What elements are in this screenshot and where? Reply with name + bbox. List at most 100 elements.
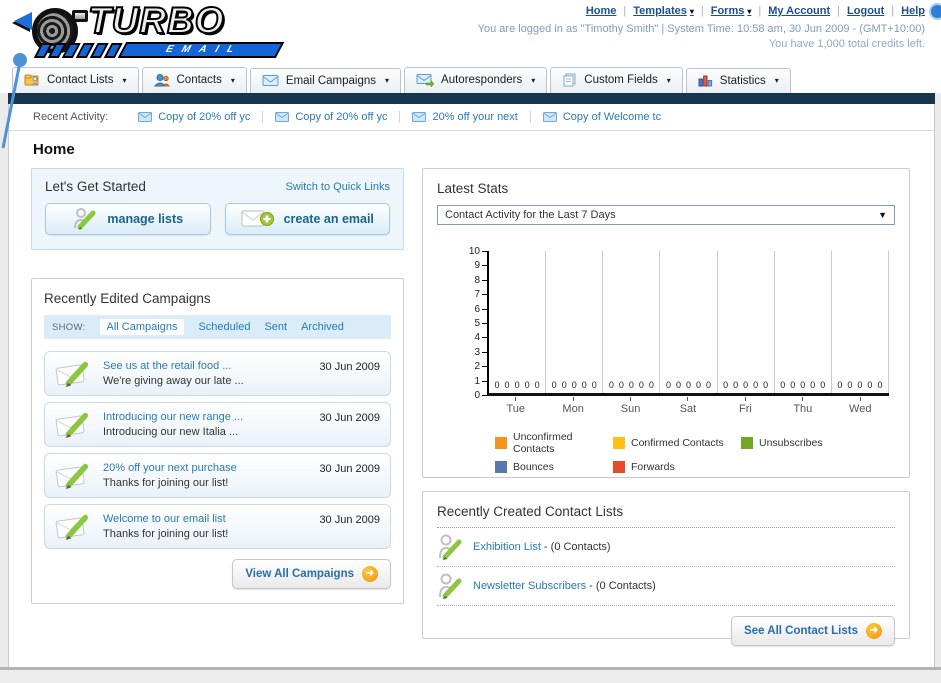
recent-activity-item[interactable]: 20% off your next [400, 111, 531, 123]
tab-contact-lists[interactable]: Contact Lists ▾ [12, 67, 139, 93]
tab-contacts[interactable]: Contacts ▾ [141, 67, 247, 93]
latest-stats-title: Latest Stats [437, 181, 509, 196]
nav-link-help[interactable]: Help [901, 5, 925, 17]
see-all-contact-lists-label: See All Contact Lists [744, 625, 858, 637]
zero-value-labels: 00000 [608, 380, 654, 390]
nav-link-templates-label: Templates [633, 5, 687, 17]
x-axis-label: Wed [832, 397, 889, 415]
nav-link-forms[interactable]: Forms ▾ [711, 5, 752, 17]
legend-item: Confirmed Contacts [613, 431, 741, 455]
zero-value-labels: 00000 [551, 380, 597, 390]
create-email-button[interactable]: create an email [224, 203, 390, 235]
logo-word-email: EMAIL [117, 42, 285, 58]
contact-list-link[interactable]: Exhibition List [473, 541, 541, 553]
x-axis-label: Tue [487, 397, 544, 415]
switch-quick-links[interactable]: Switch to Quick Links [285, 181, 390, 193]
nav-link-home[interactable]: Home [586, 5, 617, 17]
legend-swatch [613, 461, 625, 473]
recent-activity-label: Recent Activity: [33, 111, 109, 123]
campaign-date: 30 Jun 2009 [319, 361, 380, 373]
y-axis-tick: 7 [474, 289, 487, 300]
get-started-title: Let's Get Started [45, 179, 146, 194]
filter-scheduled[interactable]: Scheduled [198, 321, 250, 333]
envelope-plus-icon [241, 210, 274, 227]
recently-created-contact-lists-panel: Recently Created Contact Lists Exhibitio… [422, 491, 910, 646]
zero-value-labels: 00000 [780, 380, 826, 390]
person-pencil-icon [439, 534, 462, 560]
contact-activity-chart: 10 9 8 7 6 5 4 3 2 1 0 000000000000000000000000000… [437, 246, 895, 415]
filter-sent[interactable]: Sent [264, 321, 287, 333]
y-axis-tick: 4 [474, 332, 487, 343]
get-started-panel: Let's Get Started Switch to Quick Links … [31, 168, 404, 250]
chevron-down-icon: ▾ [689, 6, 694, 16]
people-icon [153, 74, 170, 87]
page-footer [0, 667, 941, 683]
contact-list-link[interactable]: Newsletter Subscribers [473, 580, 586, 592]
filter-archived[interactable]: Archived [301, 321, 344, 333]
recent-activity-item[interactable]: Copy of 20% off yc [263, 111, 401, 123]
y-axis-tick: 2 [474, 361, 487, 372]
recent-activity-item[interactable]: Copy of 20% off yc [126, 111, 264, 123]
view-all-campaigns-button[interactable]: View All Campaigns ➜ [232, 559, 391, 589]
chart-y-axis: 10 9 8 7 6 5 4 3 2 1 0 [465, 246, 487, 401]
contact-list-row: Exhibition List - (0 Contacts) [437, 528, 895, 567]
turbo-email-logo[interactable]: TURBO EMAIL [10, 0, 285, 60]
manage-lists-label: manage lists [107, 212, 184, 226]
nav-separator: | [623, 5, 627, 17]
campaign-title-link[interactable]: Welcome to our email list [103, 512, 228, 527]
recently-edited-campaigns-panel: Recently Edited Campaigns SHOW: All Camp… [31, 278, 404, 604]
campaign-subtitle: Thanks for joining our list! [103, 476, 229, 489]
campaign-title-link[interactable]: Introducing our new range ... [103, 410, 243, 425]
chart-legend: Unconfirmed Contacts Confirmed Contacts Un… [495, 431, 895, 473]
x-axis-label: Fri [717, 397, 774, 415]
y-axis-tick: 1 [474, 376, 487, 387]
recent-activity-bar: Recent Activity: Copy of 20% off yc Copy… [9, 104, 934, 131]
y-axis-tick: 8 [474, 275, 487, 286]
chevron-down-icon: ▾ [747, 6, 752, 16]
tab-label: Autoresponders [441, 74, 523, 86]
campaign-date: 30 Jun 2009 [319, 463, 380, 475]
legend-swatch [613, 437, 625, 449]
envelope-icon [542, 112, 557, 122]
chevron-down-icon: ▾ [666, 75, 671, 85]
person-pencil-icon [74, 208, 96, 230]
latest-stats-panel: Latest Stats Contact Activity for the La… [422, 168, 910, 478]
tab-email-campaigns[interactable]: Email Campaigns ▾ [249, 68, 402, 93]
stats-range-select[interactable]: Contact Activity for the Last 7 Days ▼ [437, 205, 895, 225]
legend-item: Forwards [613, 461, 741, 473]
tab-label: Contacts [176, 74, 222, 86]
folder-user-icon [24, 74, 39, 86]
zero-value-labels: 00000 [494, 380, 540, 390]
legend-swatch [741, 437, 753, 449]
manage-lists-button[interactable]: manage lists [45, 203, 211, 235]
logo-bottom-bar: EMAIL [34, 42, 285, 58]
tab-statistics[interactable]: Statistics ▾ [685, 68, 791, 93]
nav-link-templates[interactable]: Templates ▾ [633, 5, 694, 17]
recent-activity-text: Copy of 20% off yc [158, 111, 251, 123]
nav-link-forms-label: Forms [710, 5, 745, 17]
see-all-contact-lists-button[interactable]: See All Contact Lists ➜ [731, 616, 895, 646]
campaign-row: 20% off your next purchase Thanks for jo… [44, 453, 391, 498]
nav-separator: | [700, 5, 704, 17]
campaign-title-link[interactable]: See us at the retail food ... [103, 359, 244, 374]
pages-icon [563, 73, 576, 87]
legend-label: Bounces [513, 461, 554, 473]
legend-item: Unconfirmed Contacts [495, 431, 613, 455]
recent-activity-item[interactable]: Copy of Welcome tc [531, 111, 673, 123]
nav-link-my-account[interactable]: My Account [768, 5, 830, 17]
y-axis-tick: 9 [474, 260, 487, 271]
campaign-row: Welcome to our email list Thanks for joi… [44, 504, 391, 549]
chart-day-column: 00000 [489, 251, 547, 393]
campaigns-panel-title: Recently Edited Campaigns [44, 291, 211, 306]
campaign-list: See us at the retail food ... We're givi… [44, 351, 391, 549]
filter-all-campaigns[interactable]: All Campaigns [99, 319, 185, 335]
tab-autoresponders[interactable]: Autoresponders ▾ [404, 67, 548, 93]
campaign-row: See us at the retail food ... We're givi… [44, 351, 391, 396]
campaign-title-link[interactable]: 20% off your next purchase [103, 461, 237, 476]
nav-link-logout[interactable]: Logout [847, 5, 884, 17]
zero-value-labels: 00000 [837, 380, 883, 390]
tab-custom-fields[interactable]: Custom Fields ▾ [550, 67, 683, 93]
logged-in-status: You are logged in as "Timothy Smith" | S… [477, 23, 925, 35]
show-label: SHOW: [52, 321, 86, 333]
contact-list-row: Newsletter Subscribers - (0 Contacts) [437, 567, 895, 606]
